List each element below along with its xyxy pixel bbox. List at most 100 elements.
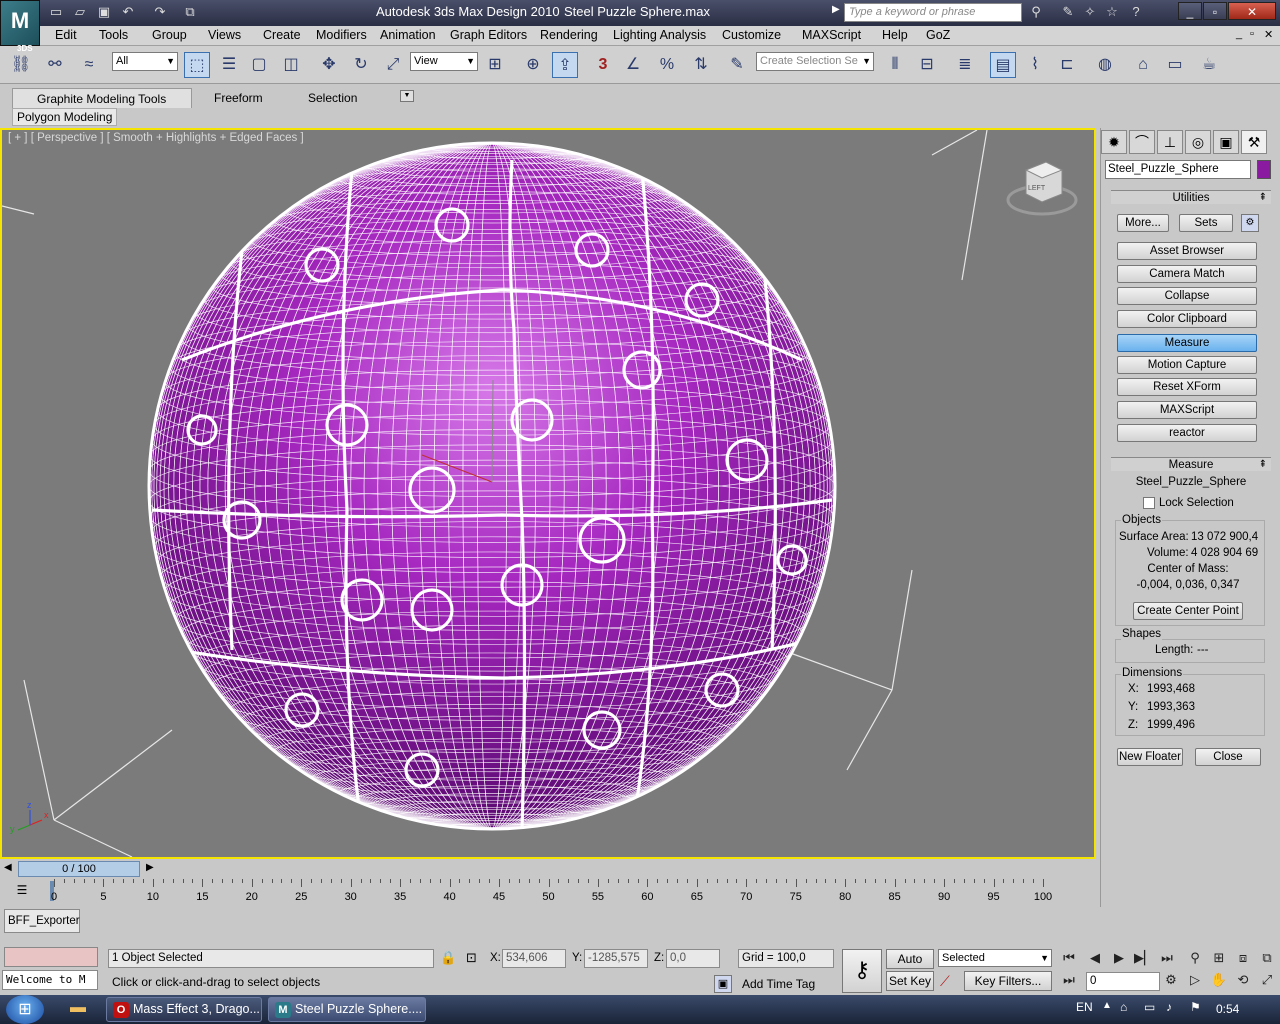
perspective-viewport[interactable]: x y z LEFT [ + ] [ Perspective ] [ Smoot…	[0, 128, 1096, 859]
zoom-all-icon[interactable]: ⊞	[1210, 949, 1228, 967]
satellite-icon[interactable]: ✧	[1080, 3, 1100, 21]
zoom-extents-icon[interactable]: ⧈	[1234, 949, 1252, 967]
current-frame-field[interactable]: 0	[1086, 972, 1160, 991]
select-by-name-icon[interactable]: ☰	[216, 52, 242, 78]
menu-restore-icon[interactable]: ▫	[1250, 28, 1254, 40]
utility-reset-xform-button[interactable]: Reset XForm	[1117, 378, 1257, 396]
rectangular-selection-icon[interactable]: ▢	[246, 52, 272, 78]
more-button[interactable]: More...	[1117, 214, 1169, 232]
taskbar-item-mass-effect[interactable]: O Mass Effect 3, Drago...	[106, 997, 262, 1022]
auto-key-button[interactable]: Auto Key	[886, 949, 934, 984]
lock-selection-checkbox[interactable]	[1143, 497, 1155, 509]
snaps-toggle-icon[interactable]: 3	[590, 52, 616, 78]
viewcube[interactable]: LEFT	[1006, 161, 1078, 216]
utility-reactor-button[interactable]: reactor	[1117, 424, 1257, 442]
select-and-rotate-icon[interactable]: ↻	[348, 52, 374, 78]
utility-maxscript-button[interactable]: MAXScript	[1117, 401, 1257, 419]
favorites-star-icon[interactable]: ☆	[1102, 3, 1122, 21]
modify-tab-icon[interactable]: ⌒	[1129, 130, 1155, 154]
layer-manager-icon[interactable]: ≣	[952, 52, 978, 78]
coord-z-field[interactable]: 0,0	[666, 949, 720, 968]
minimize-button[interactable]: _	[1178, 2, 1202, 20]
set-key-icon[interactable]: ⚷	[842, 949, 882, 993]
key-mode-toggle-icon[interactable]: ⏭	[1060, 971, 1078, 989]
previous-frame-icon[interactable]: ◀	[1086, 949, 1104, 967]
selection-lock-icon[interactable]: 🔒	[440, 950, 456, 966]
redo-icon[interactable]: ↷	[150, 3, 170, 21]
create-tab-icon[interactable]: ✹	[1101, 130, 1127, 154]
menu-goz[interactable]: GoZ	[926, 28, 950, 42]
angle-snap-icon[interactable]: ∠	[620, 52, 646, 78]
menu-graph-editors[interactable]: Graph Editors	[450, 28, 527, 42]
application-menu-button[interactable]: M 3DS	[0, 0, 40, 53]
selection-filter-dropdown[interactable]: All ▼	[112, 52, 178, 71]
play-icon[interactable]: ▶	[1110, 949, 1128, 967]
select-object-icon[interactable]: ⬚	[184, 52, 210, 78]
help-icon[interactable]: ?	[1126, 3, 1146, 21]
save-file-icon[interactable]: ▣	[94, 3, 114, 21]
maxscript-listener-mini[interactable]	[4, 947, 98, 967]
explorer-folder-icon[interactable]: ▬	[64, 999, 92, 1021]
menu-lighting-analysis[interactable]: Lighting Analysis	[613, 28, 706, 42]
tab-freeform[interactable]: Freeform	[214, 88, 263, 108]
graphite-modeling-toggle-icon[interactable]: ▤	[990, 52, 1016, 78]
utility-color-clipboard-button[interactable]: Color Clipboard	[1117, 310, 1257, 328]
mini-curve-editor-icon[interactable]: ☰	[12, 883, 32, 899]
utility-measure-button[interactable]: Measure	[1117, 334, 1257, 352]
select-and-move-icon[interactable]: ✥	[316, 52, 342, 78]
open-file-icon[interactable]: ▱	[70, 3, 90, 21]
named-selection-dropdown[interactable]: Create Selection Se ▼	[756, 52, 874, 71]
go-to-start-icon[interactable]: ⏮	[1060, 949, 1078, 967]
menu-tools[interactable]: Tools	[99, 28, 128, 42]
clock[interactable]: 0:54	[1216, 1002, 1239, 1016]
motion-tab-icon[interactable]: ◎	[1185, 130, 1211, 154]
mirror-icon[interactable]: ⫴	[882, 52, 908, 78]
create-center-point-button[interactable]: Create Center Point	[1133, 602, 1243, 620]
schematic-view-icon[interactable]: ⊏	[1054, 52, 1080, 78]
utility-asset-browser-button[interactable]: Asset Browser	[1117, 242, 1257, 260]
start-button[interactable]: ⊞	[6, 995, 44, 1024]
binoculars-icon[interactable]: ⚲	[1026, 3, 1046, 21]
coord-x-field[interactable]: 534,606	[502, 949, 566, 968]
go-to-end-icon[interactable]: ⏭	[1158, 949, 1176, 967]
default-in-out-tangent-icon[interactable]: ⟋	[940, 973, 950, 990]
search-expand-icon[interactable]: ▶	[832, 4, 840, 15]
polygon-modeling-panel[interactable]: Polygon Modeling	[12, 108, 118, 126]
object-color-swatch[interactable]	[1257, 160, 1271, 179]
orbit-icon[interactable]: ⟲	[1234, 971, 1252, 989]
action-center-flag-icon[interactable]: ⚑	[1190, 1000, 1201, 1014]
render-setup-icon[interactable]: ⌂	[1130, 52, 1156, 78]
material-editor-icon[interactable]: ◍	[1092, 52, 1118, 78]
listener-output[interactable]: Welcome to M	[2, 970, 98, 990]
tab-selection[interactable]: Selection	[308, 88, 357, 108]
window-crossing-icon[interactable]: ◫	[278, 52, 304, 78]
tray-expand-icon[interactable]: ▲	[1102, 1000, 1112, 1011]
next-frame-icon[interactable]: ▶▏	[1134, 949, 1154, 967]
unlink-selection-icon[interactable]: ⚯	[42, 52, 68, 78]
menu-customize[interactable]: Customize	[722, 28, 781, 42]
menu-views[interactable]: Views	[208, 28, 241, 42]
help-search-input[interactable]: Type a keyword or phrase	[844, 3, 1022, 22]
time-configuration-icon[interactable]: ⚙	[1162, 971, 1180, 989]
display-tab-icon[interactable]: ▣	[1213, 130, 1239, 154]
align-icon[interactable]: ⊟	[914, 52, 940, 78]
volume-icon[interactable]: ♪	[1166, 1000, 1172, 1014]
close-window-button[interactable]: ✕	[1228, 2, 1276, 20]
time-slider[interactable]: 0 / 100	[18, 861, 140, 877]
track-bar[interactable]: ☰ 0 5 10 15 20 25 30 35 40 45 50 55 60 65 70 75 80 85 90 95…	[0, 879, 1100, 907]
reference-coordinate-dropdown[interactable]: View ▼	[410, 52, 478, 71]
new-file-icon[interactable]: ▭	[46, 3, 66, 21]
menu-rendering[interactable]: Rendering	[540, 28, 598, 42]
select-and-manipulate-icon[interactable]: ⊕	[520, 52, 546, 78]
maximize-viewport-icon[interactable]: ⤢	[1258, 971, 1276, 989]
add-time-tag-button[interactable]: Add Time Tag	[742, 977, 815, 991]
menu-maxscript[interactable]: MAXScript	[802, 28, 861, 42]
taskbar-item-3dsmax[interactable]: M Steel Puzzle Sphere....	[268, 997, 426, 1022]
key-mode-dropdown[interactable]: Selected ▼	[938, 949, 1052, 967]
utilities-rollout-header[interactable]: Utilities ⇞	[1111, 190, 1271, 204]
time-slider-next-icon[interactable]: ▶	[146, 862, 154, 873]
rendered-frame-window-icon[interactable]: ▭	[1162, 52, 1188, 78]
tab-graphite-modeling-tools[interactable]: Graphite Modeling Tools	[12, 88, 192, 108]
utility-collapse-button[interactable]: Collapse	[1117, 287, 1257, 305]
language-indicator[interactable]: EN	[1076, 1000, 1093, 1014]
